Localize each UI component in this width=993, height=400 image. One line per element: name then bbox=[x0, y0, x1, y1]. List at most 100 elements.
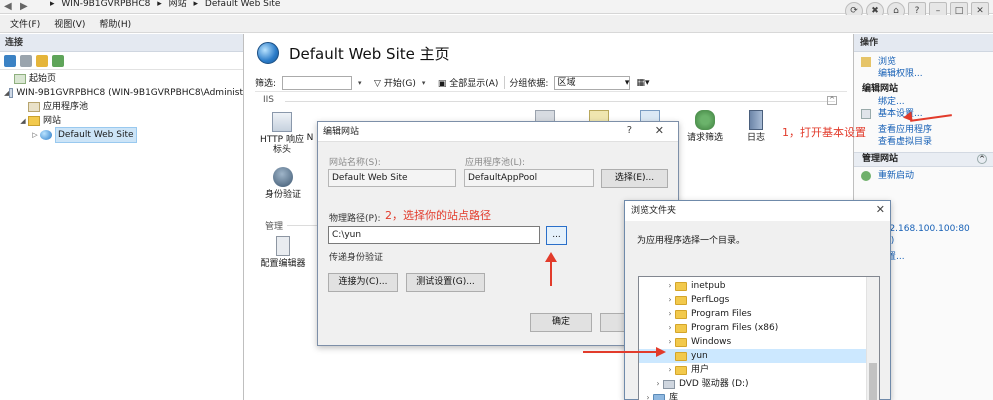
tree-item-app-pools[interactable]: 应用程序池 bbox=[0, 100, 243, 114]
action-edit-permissions[interactable]: 编辑权限... bbox=[854, 68, 993, 80]
connect-as-button[interactable]: 连接为(C)... bbox=[328, 273, 398, 292]
breadcrumb-sites[interactable]: 网站 bbox=[169, 0, 187, 9]
expand-icon[interactable]: › bbox=[665, 335, 675, 349]
pass-auth-label: 传递身份验证 bbox=[329, 253, 384, 263]
drive-item-dvd[interactable]: › DVD 驱动器 (D:) bbox=[639, 377, 879, 391]
action-explore[interactable]: 浏览 bbox=[854, 56, 993, 68]
ok-button[interactable]: 确定 bbox=[530, 313, 592, 332]
select-app-pool-button[interactable]: 选择(E)... bbox=[601, 169, 668, 188]
actions-header: 操作 bbox=[854, 34, 993, 52]
close-icon[interactable]: ✕ bbox=[876, 203, 885, 216]
server-icon bbox=[9, 88, 14, 98]
app-pool-icon bbox=[28, 102, 40, 112]
folder-item-yun[interactable]: yun bbox=[639, 349, 879, 363]
action-restart[interactable]: 重新启动 bbox=[854, 170, 993, 182]
tree-item-label: WIN-9B1GVRPBHC8 (WIN-9B1GVRPBHC8\Adminis… bbox=[16, 88, 243, 98]
up-folder-icon[interactable] bbox=[36, 54, 48, 67]
folder-icon bbox=[675, 351, 687, 361]
collapse-icon[interactable]: ◢ bbox=[18, 114, 28, 128]
action-view-virtual-dirs[interactable]: 查看虚拟目录 bbox=[854, 136, 993, 148]
feature-label: 身份验证 bbox=[264, 190, 301, 200]
breadcrumb-chevron-icon: ▸ bbox=[193, 0, 199, 9]
collapse-icon[interactable]: ^ bbox=[977, 154, 987, 164]
view-mode-icon[interactable]: ▦▾ bbox=[636, 78, 649, 88]
expand-icon[interactable]: › bbox=[665, 363, 675, 377]
app-pool-field[interactable]: DefaultAppPool bbox=[464, 169, 594, 187]
tree-item-server[interactable]: ◢ WIN-9B1GVRPBHC8 (WIN-9B1GVRPBHC8\Admin… bbox=[0, 86, 243, 100]
forward-arrow-icon[interactable]: ▶ bbox=[20, 1, 28, 12]
test-settings-button[interactable]: 测试设置(G)... bbox=[406, 273, 485, 292]
folder-tree-scrollbar[interactable] bbox=[866, 277, 879, 400]
tree-item-start-page[interactable]: 起始页 bbox=[0, 72, 243, 86]
folder-item-users[interactable]: › 用户 bbox=[639, 363, 879, 377]
folder-item-libraries[interactable]: › 库 bbox=[639, 391, 879, 400]
feature-partial[interactable]: N bbox=[303, 133, 317, 143]
expand-icon[interactable]: ▷ bbox=[30, 128, 40, 142]
action-bindings[interactable]: 绑定... bbox=[854, 96, 993, 108]
folder-label: Windows bbox=[691, 337, 732, 347]
expand-icon[interactable]: › bbox=[653, 377, 663, 391]
folder-icon bbox=[28, 116, 40, 126]
expand-icon[interactable]: › bbox=[643, 391, 653, 400]
tree-item-sites[interactable]: ◢ 网站 bbox=[0, 114, 243, 128]
tree-item-default-web-site[interactable]: ▷ Default Web Site bbox=[0, 127, 243, 143]
connections-toolbar bbox=[0, 52, 243, 70]
tree-item-label: 起始页 bbox=[29, 74, 57, 84]
feature-config-editor[interactable]: 配置编辑器 bbox=[257, 236, 309, 269]
connect-icon[interactable] bbox=[4, 54, 16, 67]
action-label: 192.168.100.100:80 bbox=[878, 224, 970, 234]
back-arrow-icon[interactable]: ◀ bbox=[4, 1, 12, 12]
feature-http-headers[interactable]: HTTP 响应标头 bbox=[256, 112, 308, 155]
site-name-label: 网站名称(S): bbox=[329, 158, 381, 168]
menu-view[interactable]: 视图(V) bbox=[54, 17, 85, 30]
collapse-section-icon[interactable]: ^ bbox=[827, 96, 837, 105]
physical-path-input[interactable]: C:\yun bbox=[328, 226, 540, 244]
expand-icon[interactable]: › bbox=[665, 321, 675, 335]
feature-logging[interactable]: 日志 bbox=[730, 110, 782, 143]
action-label: 查看应用程序 bbox=[878, 125, 933, 135]
restart-icon bbox=[861, 171, 871, 181]
folder-icon bbox=[675, 295, 687, 305]
browse-path-button[interactable]: ... bbox=[546, 226, 567, 245]
tree-item-label: 网站 bbox=[43, 116, 62, 126]
feature-request-filtering[interactable]: 请求筛选 bbox=[679, 110, 731, 143]
dvd-drive-icon bbox=[663, 379, 675, 389]
library-icon bbox=[653, 393, 665, 400]
save-icon[interactable] bbox=[20, 54, 32, 67]
start-filter-button[interactable]: ▽ 开始(G) bbox=[374, 76, 416, 89]
folder-item-inetpub[interactable]: › inetpub bbox=[639, 279, 879, 293]
breadcrumb-server[interactable]: WIN-9B1GVRPBHC8 bbox=[61, 0, 150, 9]
filter-dropdown-icon[interactable]: ▾ bbox=[358, 79, 368, 87]
physical-path-label: 物理路径(P): bbox=[329, 214, 381, 224]
expand-icon[interactable]: › bbox=[665, 279, 675, 293]
globe-icon bbox=[257, 42, 279, 64]
feature-label: 请求筛选 bbox=[686, 133, 723, 143]
action-label: 浏览 bbox=[878, 57, 897, 67]
action-view-applications[interactable]: 查看应用程序 bbox=[854, 124, 993, 136]
start-dropdown-icon[interactable]: ▾ bbox=[422, 79, 432, 87]
feature-authentication[interactable]: 身份验证 bbox=[257, 167, 309, 200]
menu-help[interactable]: 帮助(H) bbox=[99, 17, 131, 30]
group-by-label: 分组依据: bbox=[504, 76, 548, 89]
folder-item-perflogs[interactable]: › PerfLogs bbox=[639, 293, 879, 307]
folder-item-windows[interactable]: › Windows bbox=[639, 335, 879, 349]
browse-folder-dialog: 浏览文件夹 ✕ 为应用程序选择一个目录。 › inetpub › PerfLogs … bbox=[624, 200, 891, 400]
menu-file[interactable]: 文件(F) bbox=[10, 17, 40, 30]
expand-icon[interactable]: › bbox=[665, 293, 675, 307]
help-icon[interactable]: ? bbox=[627, 125, 632, 136]
group-by-select[interactable]: 区域 ▾ bbox=[554, 75, 631, 90]
folder-item-program-files[interactable]: › Program Files bbox=[639, 307, 879, 321]
folder-icon bbox=[675, 323, 687, 333]
breadcrumb-site[interactable]: Default Web Site bbox=[205, 0, 281, 9]
close-icon[interactable]: ✕ bbox=[655, 124, 664, 137]
folder-item-program-files-x86[interactable]: › Program Files (x86) bbox=[639, 321, 879, 335]
page-title: Default Web Site 主页 bbox=[289, 44, 450, 63]
expand-icon[interactable]: › bbox=[665, 307, 675, 321]
site-name-field[interactable]: Default Web Site bbox=[328, 169, 456, 187]
show-all-button[interactable]: ▣ 全部显示(A) bbox=[438, 76, 499, 89]
refresh-connections-icon[interactable] bbox=[52, 54, 64, 67]
logging-icon bbox=[749, 110, 763, 130]
scrollbar-thumb[interactable] bbox=[869, 363, 877, 400]
action-label: 查看虚拟目录 bbox=[878, 137, 933, 147]
filter-input[interactable] bbox=[282, 75, 353, 90]
